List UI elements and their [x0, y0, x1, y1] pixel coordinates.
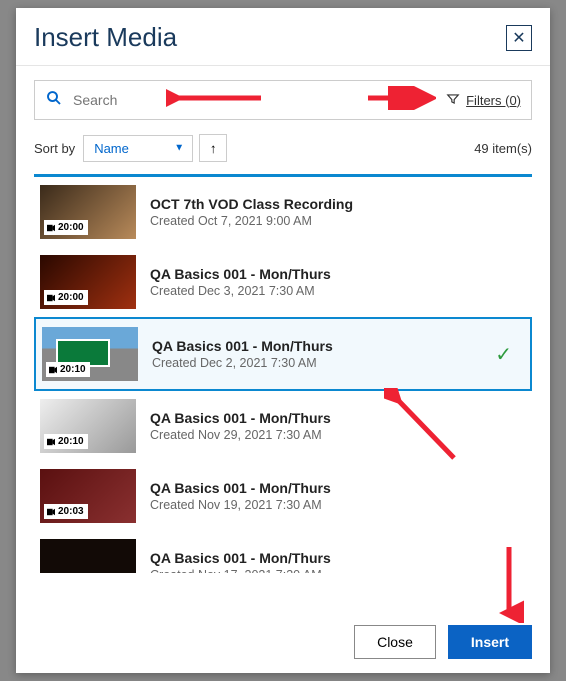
sort-field-value: Name	[94, 141, 129, 156]
media-info: QA Basics 001 - Mon/Thurs Created Nov 29,…	[150, 410, 526, 442]
item-count: 49 item(s)	[474, 141, 532, 156]
filters-label: Filters (0)	[466, 93, 521, 108]
media-thumbnail: 20:05	[40, 539, 136, 573]
close-x-button[interactable]: ✕	[506, 25, 532, 51]
insert-button[interactable]: Insert	[448, 625, 532, 659]
media-created: Created Nov 29, 2021 7:30 AM	[150, 428, 526, 442]
sort-field-select[interactable]: Name ▼	[83, 135, 193, 162]
media-info: QA Basics 001 - Mon/Thurs Created Dec 2, …	[152, 338, 495, 370]
media-thumbnail: 20:03	[40, 469, 136, 523]
duration-badge: 20:10	[44, 434, 88, 449]
duration-badge: 20:10	[46, 362, 90, 377]
sort-row: Sort by Name ▼ ↑ 49 item(s)	[16, 130, 550, 174]
media-title: OCT 7th VOD Class Recording	[150, 196, 526, 212]
media-thumbnail: 20:00	[40, 255, 136, 309]
media-created: Created Dec 2, 2021 7:30 AM	[152, 356, 495, 370]
media-item[interactable]: 20:05 QA Basics 001 - Mon/Thurs Created No…	[34, 531, 532, 573]
duration-value: 20:03	[58, 506, 84, 517]
search-icon	[45, 89, 63, 112]
sort-direction-button[interactable]: ↑	[199, 134, 227, 162]
media-created: Created Oct 7, 2021 9:00 AM	[150, 214, 526, 228]
media-thumbnail: 20:10	[40, 399, 136, 453]
duration-value: 20:10	[60, 364, 86, 375]
duration-badge: 20:00	[44, 220, 88, 235]
media-item[interactable]: 20:00 QA Basics 001 - Mon/Thurs Created De…	[34, 247, 532, 317]
media-title: QA Basics 001 - Mon/Thurs	[150, 410, 526, 426]
duration-value: 20:00	[58, 222, 84, 233]
filters-control[interactable]: Filters (0)	[446, 92, 521, 109]
duration-value: 20:10	[58, 436, 84, 447]
chevron-down-icon: ▼	[174, 143, 184, 154]
media-item[interactable]: 20:00 OCT 7th VOD Class Recording Created …	[34, 177, 532, 247]
media-title: QA Basics 001 - Mon/Thurs	[150, 480, 526, 496]
media-list-wrap: 20:00 OCT 7th VOD Class Recording Created …	[16, 174, 550, 611]
media-info: QA Basics 001 - Mon/Thurs Created Nov 19,…	[150, 480, 526, 512]
media-item[interactable]: 20:10 QA Basics 001 - Mon/Thurs Created De…	[34, 317, 532, 391]
check-icon: ✓	[495, 342, 512, 367]
modal-title: Insert Media	[34, 22, 177, 53]
media-created: Created Nov 19, 2021 7:30 AM	[150, 498, 526, 512]
media-title: QA Basics 001 - Mon/Thurs	[150, 266, 526, 282]
media-info: QA Basics 001 - Mon/Thurs Created Nov 17,…	[150, 550, 526, 573]
arrow-up-icon: ↑	[210, 141, 217, 156]
duration-value: 20:00	[58, 292, 84, 303]
insert-media-modal: Insert Media ✕ Filters (0) Sor	[16, 8, 550, 673]
media-info: QA Basics 001 - Mon/Thurs Created Dec 3, …	[150, 266, 526, 298]
search-row: Filters (0)	[16, 66, 550, 130]
media-info: OCT 7th VOD Class Recording Created Oct 7…	[150, 196, 526, 228]
duration-badge: 20:03	[44, 504, 88, 519]
close-button[interactable]: Close	[354, 625, 436, 659]
close-icon: ✕	[512, 28, 525, 48]
media-created: Created Dec 3, 2021 7:30 AM	[150, 284, 526, 298]
media-item[interactable]: 20:03 QA Basics 001 - Mon/Thurs Created No…	[34, 461, 532, 531]
media-item[interactable]: 20:10 QA Basics 001 - Mon/Thurs Created No…	[34, 391, 532, 461]
search-box: Filters (0)	[34, 80, 532, 120]
modal-header: Insert Media ✕	[16, 8, 550, 66]
media-title: QA Basics 001 - Mon/Thurs	[152, 338, 495, 354]
media-thumbnail: 20:00	[40, 185, 136, 239]
media-thumbnail: 20:10	[42, 327, 138, 381]
sort-by-label: Sort by	[34, 141, 75, 156]
filter-icon	[446, 92, 460, 109]
media-list[interactable]: 20:00 OCT 7th VOD Class Recording Created …	[34, 177, 532, 573]
search-input[interactable]	[73, 92, 446, 108]
duration-badge: 20:00	[44, 290, 88, 305]
media-created: Created Nov 17, 2021 7:30 AM	[150, 568, 526, 573]
modal-footer: Close Insert	[16, 611, 550, 673]
media-title: QA Basics 001 - Mon/Thurs	[150, 550, 526, 566]
